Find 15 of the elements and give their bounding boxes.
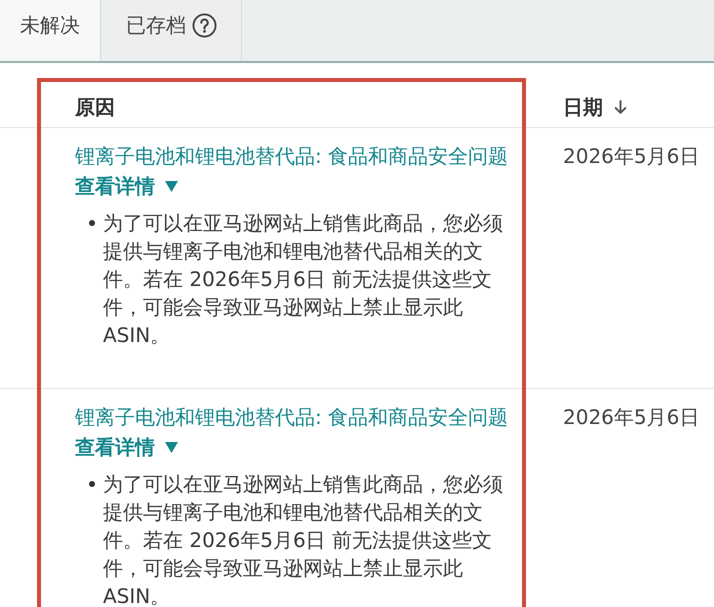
date-text: 2026年5月6日	[563, 404, 700, 431]
reason-link[interactable]: 锂离子电池和锂电池替代品: 食品和商品安全问题	[75, 403, 508, 432]
detail-text: 为了可以在亚马逊网站上销售此商品，您必须提供与锂离子电池和锂电池替代品相关的文件。若在 2026年5月6日 前无法提供这些文件，可能会导致亚马逊网站上禁止显示此ASIN。	[103, 471, 504, 607]
details-toggle[interactable]: 查看详情	[75, 433, 178, 462]
bullet-icon	[89, 481, 95, 487]
reason-link[interactable]: 锂离子电池和锂电池替代品: 食品和商品安全问题	[75, 142, 508, 171]
date-text: 2026年5月6日	[563, 143, 700, 170]
column-header[interactable]: 日期	[563, 93, 628, 121]
caret-down-icon	[165, 181, 178, 192]
caret-down-icon	[165, 442, 178, 453]
details-toggle[interactable]: 查看详情	[75, 172, 178, 201]
detail-text: 为了可以在亚马逊网站上销售此商品，您必须提供与锂离子电池和锂电池替代品相关的文件。若在 2026年5月6日 前无法提供这些文件，可能会导致亚马逊网站上禁止显示此ASIN。	[103, 210, 504, 349]
column-header: 原因	[75, 94, 115, 121]
tab[interactable]: 未解决	[0, 0, 101, 61]
bullet-icon	[89, 220, 95, 226]
